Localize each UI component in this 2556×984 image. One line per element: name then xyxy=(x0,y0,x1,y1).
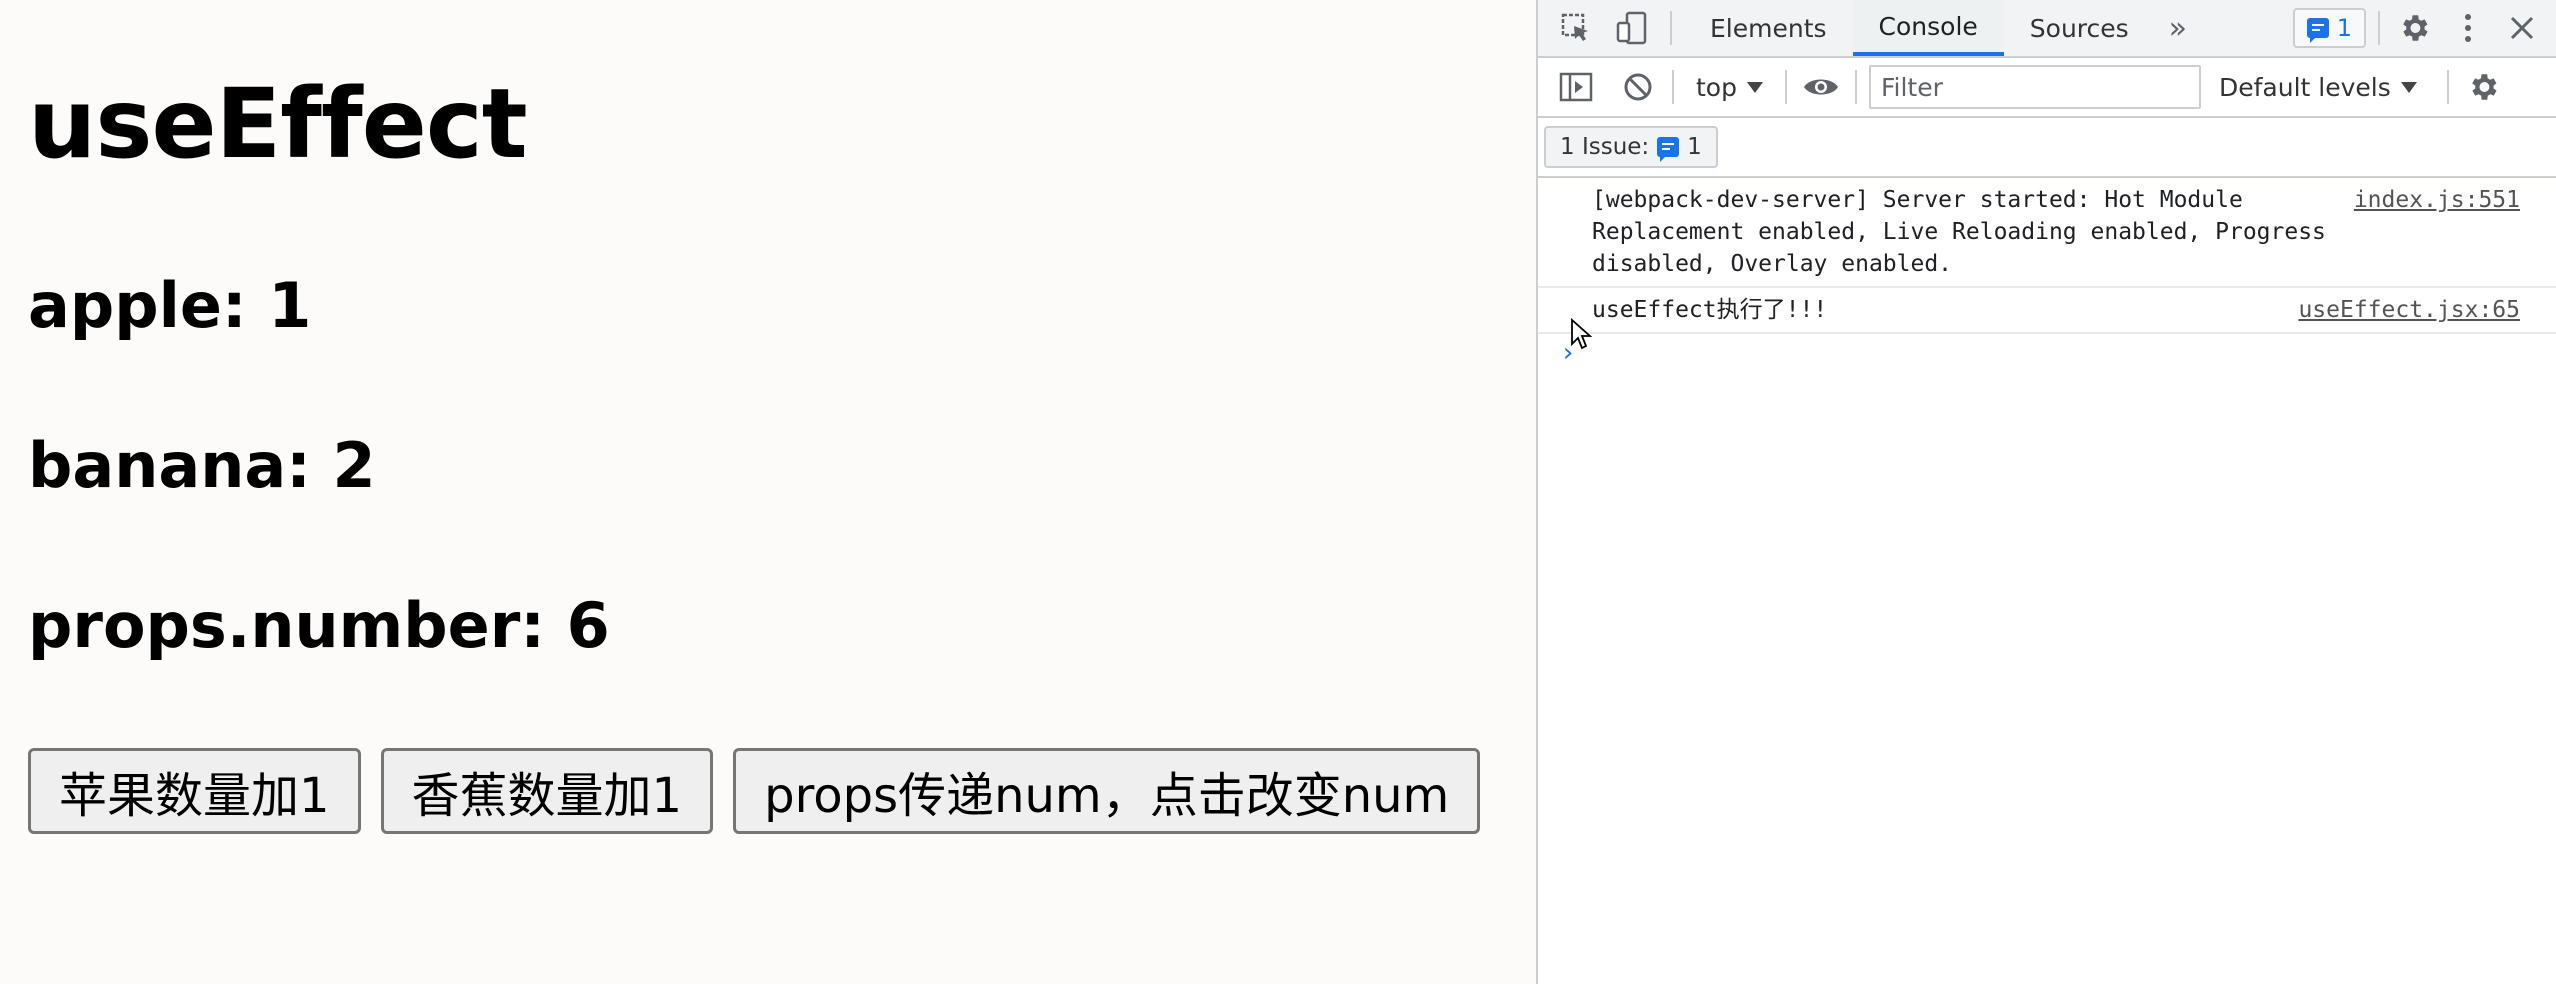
console-settings-gear-icon[interactable] xyxy=(2461,65,2505,109)
console-prompt[interactable]: › xyxy=(1538,334,2556,368)
tabbar-separator-2 xyxy=(2378,11,2380,45)
live-expression-eye-icon[interactable] xyxy=(1799,65,1843,109)
change-props-num-button[interactable]: props传递num，点击改变num xyxy=(733,748,1481,834)
close-devtools-icon[interactable] xyxy=(2500,6,2544,50)
show-sidebar-icon[interactable] xyxy=(1554,65,1598,109)
toolbar-separator xyxy=(1672,70,1674,104)
console-toolbar: top Default levels xyxy=(1538,58,2556,118)
apple-count: apple: 1 xyxy=(28,269,312,342)
screen: useEffect apple: 1 banana: 2 props.numbe… xyxy=(0,0,2556,984)
devtools-tabbar: Elements Console Sources » 1 xyxy=(1538,0,2556,58)
console-log-source-link[interactable]: index.js:551 xyxy=(2337,184,2520,216)
console-filter-input[interactable] xyxy=(1868,65,2201,109)
rendered-page: useEffect apple: 1 banana: 2 props.numbe… xyxy=(0,0,1536,984)
issues-counter-badge[interactable]: 1 xyxy=(2292,8,2366,48)
toolbar-separator-4 xyxy=(2446,70,2449,104)
toolbar-separator-3 xyxy=(1854,70,1857,104)
tab-elements[interactable]: Elements xyxy=(1684,0,1853,56)
log-levels-dropdown[interactable]: Default levels xyxy=(2201,73,2435,102)
tab-sources[interactable]: Sources xyxy=(2004,0,2155,56)
more-options-kebab-icon[interactable] xyxy=(2446,6,2490,50)
add-banana-button[interactable]: 香蕉数量加1 xyxy=(380,748,714,834)
log-levels-value: Default levels xyxy=(2218,72,2391,102)
issues-label: 1 Issue: xyxy=(1560,134,1650,160)
context-selector-value: top xyxy=(1696,72,1737,102)
inspect-element-icon[interactable] xyxy=(1554,6,1598,50)
chevron-down-icon xyxy=(2400,81,2417,93)
tab-console[interactable]: Console xyxy=(1852,0,2004,56)
console-log-entry: [webpack-dev-server] Server started: Hot… xyxy=(1538,178,2556,288)
more-tabs-chevron-icon[interactable]: » xyxy=(2155,11,2201,46)
message-icon xyxy=(1657,137,1680,162)
mouse-cursor-icon xyxy=(1570,317,1593,354)
console-messages: [webpack-dev-server] Server started: Hot… xyxy=(1538,178,2556,368)
issues-bar: 1 Issue: 1 xyxy=(1538,118,2556,178)
clear-console-icon[interactable] xyxy=(1616,65,1660,109)
tabbar-separator xyxy=(1670,11,1672,45)
toolbar-separator-2 xyxy=(1784,70,1787,104)
device-toolbar-icon[interactable] xyxy=(1610,6,1654,50)
add-apple-button[interactable]: 苹果数量加1 xyxy=(28,748,361,834)
context-selector[interactable]: top xyxy=(1686,73,1773,102)
issues-count: 1 xyxy=(1687,134,1702,160)
message-icon xyxy=(2306,18,2329,43)
chevron-down-icon xyxy=(1746,81,1763,93)
props-number: props.number: 6 xyxy=(28,589,610,662)
issues-counter-value: 1 xyxy=(2336,14,2352,42)
button-row: 苹果数量加1 香蕉数量加1 props传递num，点击改变num xyxy=(28,748,1481,834)
settings-gear-icon[interactable] xyxy=(2392,6,2436,50)
devtools-panel: Elements Console Sources » 1 top Filter … xyxy=(1536,0,2556,984)
open-issues-button[interactable]: 1 Issue: 1 xyxy=(1544,126,1718,168)
console-log-entry: useEffect执行了!!! useEffect.jsx:65 xyxy=(1538,288,2556,334)
page-title: useEffect xyxy=(28,68,528,180)
console-log-source-link[interactable]: useEffect.jsx:65 xyxy=(2282,294,2520,326)
banana-count: banana: 2 xyxy=(28,429,376,502)
